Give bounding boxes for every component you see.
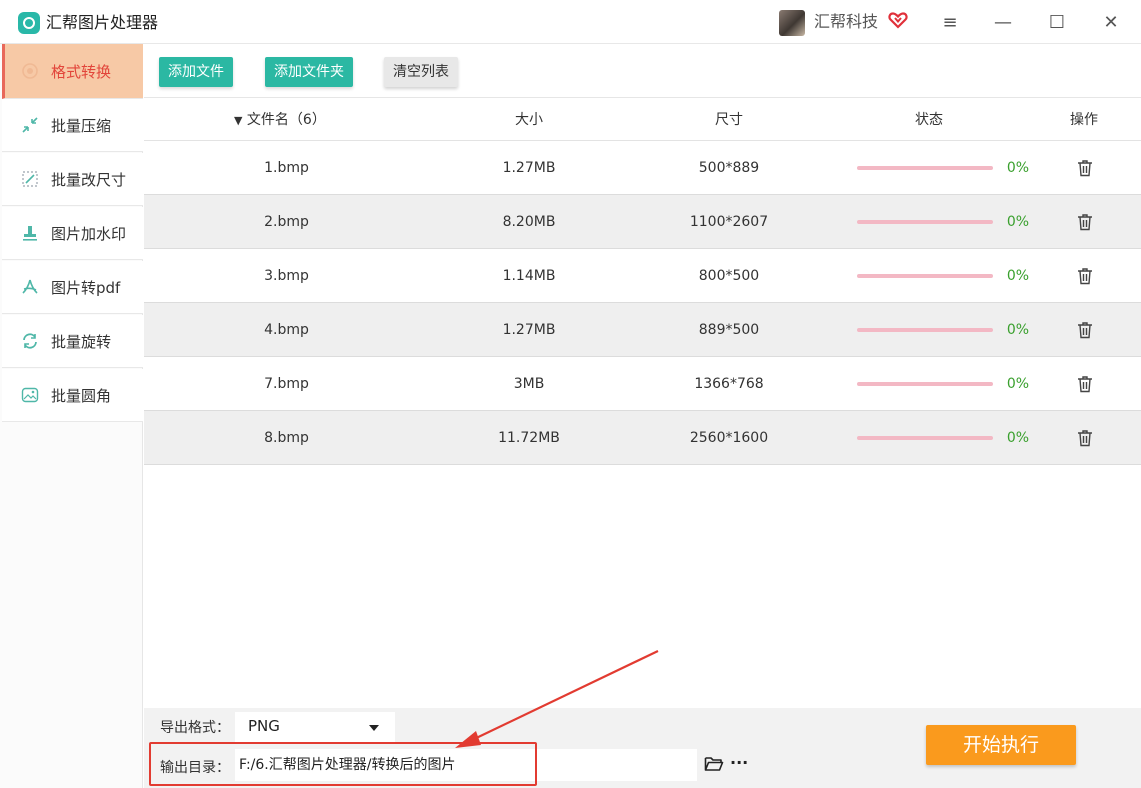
table-header: ▼ 文件名（6） 大小 尺寸 状态 操作	[144, 99, 1141, 141]
progress-percent: 0%	[1006, 214, 1030, 230]
sidebar-item-compress[interactable]: 批量压缩	[2, 99, 143, 152]
sidebar-item-rotate[interactable]: 批量旋转	[2, 315, 143, 368]
file-name-cell: 1.bmp	[264, 160, 309, 176]
progress-bar	[857, 274, 993, 278]
file-name-cell: 4.bmp	[264, 322, 309, 338]
sidebar-item-label: 批量圆角	[51, 386, 112, 405]
file-name-cell: 8.bmp	[264, 430, 309, 446]
file-size-cell: 1.14MB	[502, 268, 556, 284]
round-corner-icon	[21, 386, 39, 404]
trash-icon[interactable]	[1077, 267, 1093, 285]
user-name[interactable]: 汇帮科技	[814, 11, 878, 33]
compress-icon	[21, 116, 39, 134]
resize-icon	[21, 170, 39, 188]
add-file-button[interactable]: 添加文件	[159, 57, 233, 87]
bottom-panel: 导出格式： PNG 输出目录： ··· 开始执行	[144, 708, 1141, 788]
file-name-cell: 7.bmp	[264, 376, 309, 392]
sidebar-item-label: 批量旋转	[51, 332, 112, 351]
file-dimensions-cell: 2560*1600	[689, 430, 769, 446]
start-button[interactable]: 开始执行	[926, 725, 1076, 765]
file-name-cell: 2.bmp	[264, 214, 309, 230]
menu-icon[interactable]: ≡	[935, 8, 965, 36]
column-header-actions: 操作	[1070, 112, 1098, 128]
vip-heart-icon[interactable]	[888, 10, 908, 30]
app-title: 汇帮图片处理器	[46, 13, 159, 32]
progress-percent: 0%	[1006, 160, 1030, 176]
progress-bar	[857, 436, 993, 440]
avatar[interactable]	[779, 10, 805, 36]
close-icon[interactable]: ✕	[1096, 8, 1126, 36]
export-format-label: 导出格式：	[160, 720, 230, 736]
progress-bar	[857, 328, 993, 332]
progress-bar	[857, 220, 993, 224]
sidebar-item-label: 图片转pdf	[51, 278, 121, 297]
maximize-icon[interactable]: ☐	[1042, 8, 1072, 36]
title-bar: 汇帮图片处理器 汇帮科技 ≡ — ☐ ✕	[0, 0, 1141, 44]
file-table: ▼ 文件名（6） 大小 尺寸 状态 操作 1.bmp 1.27MB 500*889 0…	[144, 99, 1141, 465]
pdf-icon	[21, 278, 39, 296]
rotate-icon	[21, 332, 39, 350]
trash-icon[interactable]	[1077, 429, 1093, 447]
column-header-status: 状态	[915, 112, 943, 128]
sidebar: 格式转换 批量压缩 批量改尺寸 图片加水印 图片转pdf 批量旋转 批量圆角	[0, 44, 143, 788]
progress-percent: 0%	[1006, 268, 1030, 284]
file-size-cell: 3MB	[513, 376, 545, 392]
file-size-cell: 11.72MB	[498, 430, 560, 446]
minimize-icon[interactable]: —	[988, 8, 1018, 36]
sidebar-item-label: 批量改尺寸	[51, 170, 127, 189]
progress-bar	[857, 382, 993, 386]
chevron-down-icon	[369, 725, 379, 731]
add-folder-button[interactable]: 添加文件夹	[265, 57, 353, 87]
export-format-select[interactable]: PNG	[235, 712, 395, 742]
file-dimensions-cell: 1366*768	[694, 376, 764, 392]
trash-icon[interactable]	[1077, 159, 1093, 177]
column-header-size: 大小	[515, 112, 543, 128]
table-row[interactable]: 2.bmp 8.20MB 1100*2607 0%	[144, 195, 1141, 249]
progress-bar	[857, 166, 993, 170]
file-size-cell: 1.27MB	[502, 160, 556, 176]
file-name-cell: 3.bmp	[264, 268, 309, 284]
sidebar-item-round-corner[interactable]: 批量圆角	[2, 369, 143, 422]
folder-open-icon[interactable]	[704, 755, 724, 773]
table-row[interactable]: 8.bmp 11.72MB 2560*1600 0%	[144, 411, 1141, 465]
sidebar-item-to-pdf[interactable]: 图片转pdf	[2, 261, 143, 314]
file-size-cell: 8.20MB	[502, 214, 556, 230]
sort-desc-icon[interactable]: ▼	[234, 114, 242, 127]
trash-icon[interactable]	[1077, 213, 1093, 231]
column-header-dimensions: 尺寸	[715, 112, 743, 128]
file-size-cell: 1.27MB	[502, 322, 556, 338]
trash-icon[interactable]	[1077, 321, 1093, 339]
file-dimensions-cell: 800*500	[698, 268, 760, 284]
progress-percent: 0%	[1006, 376, 1030, 392]
file-dimensions-cell: 500*889	[698, 160, 760, 176]
sidebar-item-label: 格式转换	[51, 62, 112, 81]
watermark-icon	[21, 224, 39, 242]
export-format-value: PNG	[248, 717, 280, 735]
file-dimensions-cell: 889*500	[698, 322, 760, 338]
sidebar-item-watermark[interactable]: 图片加水印	[2, 207, 143, 260]
table-row[interactable]: 3.bmp 1.14MB 800*500 0%	[144, 249, 1141, 303]
convert-icon	[21, 62, 39, 80]
table-row[interactable]: 1.bmp 1.27MB 500*889 0%	[144, 141, 1141, 195]
file-dimensions-cell: 1100*2607	[689, 214, 769, 230]
clear-list-button[interactable]: 清空列表	[384, 57, 458, 87]
sidebar-item-label: 图片加水印	[51, 224, 127, 243]
table-row[interactable]: 4.bmp 1.27MB 889*500 0%	[144, 303, 1141, 357]
progress-percent: 0%	[1006, 430, 1030, 446]
column-header-name-label: 文件名（6）	[246, 112, 326, 128]
sidebar-item-format-convert[interactable]: 格式转换	[2, 44, 143, 99]
trash-icon[interactable]	[1077, 375, 1093, 393]
more-options-button[interactable]: ···	[730, 752, 752, 774]
output-dir-highlight	[149, 742, 537, 786]
column-header-name[interactable]: ▼ 文件名（6）	[234, 99, 344, 141]
table-row[interactable]: 7.bmp 3MB 1366*768 0%	[144, 357, 1141, 411]
sidebar-item-label: 批量压缩	[51, 116, 112, 135]
sidebar-item-resize[interactable]: 批量改尺寸	[2, 153, 143, 206]
progress-percent: 0%	[1006, 322, 1030, 338]
toolbar: 添加文件 添加文件夹 清空列表	[144, 44, 1141, 98]
app-logo-icon	[18, 12, 40, 34]
